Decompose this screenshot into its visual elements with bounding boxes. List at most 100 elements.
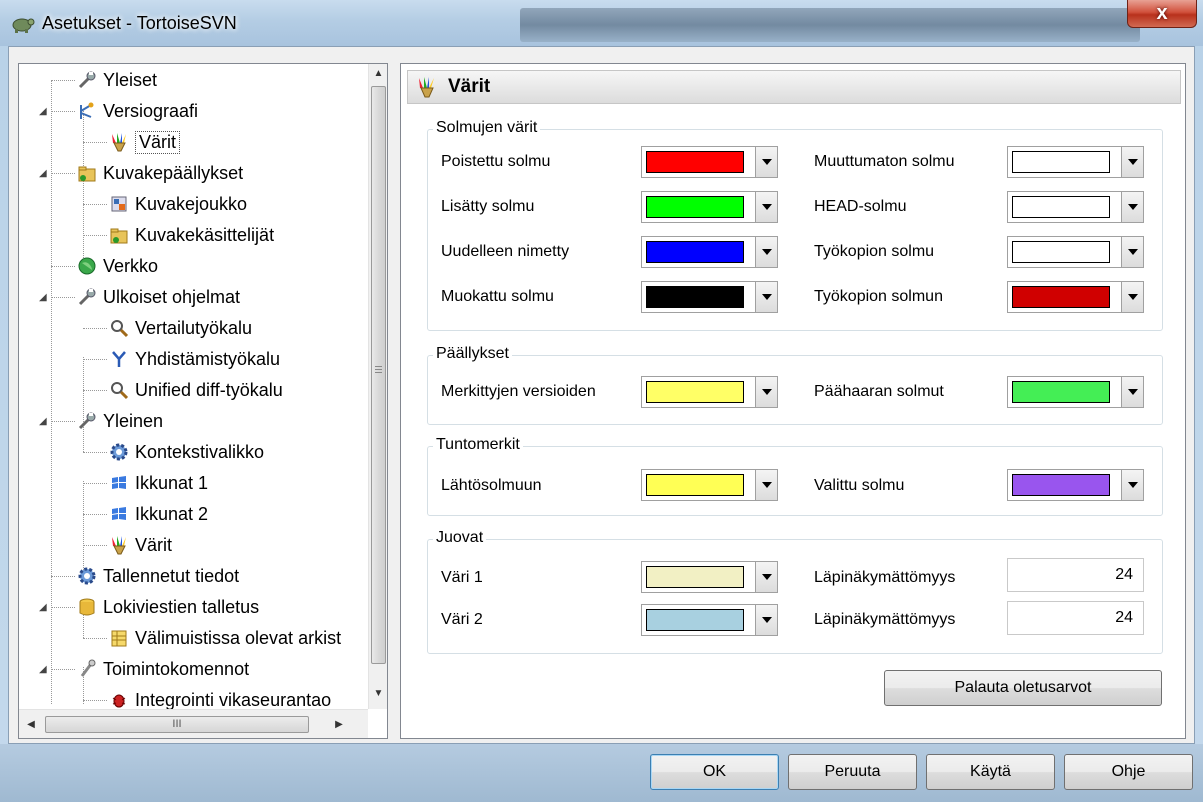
dropdown-arrow-icon[interactable]	[755, 147, 777, 177]
dropdown-arrow-icon[interactable]	[1121, 237, 1143, 267]
color-swatch	[646, 241, 744, 263]
scroll-down-arrow-icon[interactable]: ▼	[369, 684, 388, 704]
selected-node-color-picker[interactable]	[1007, 469, 1144, 501]
title-bar: Asetukset - TortoiseSVN x	[0, 0, 1203, 46]
settings-tree[interactable]: Yleiset ◢ Versiograafi Värit ◢ Kuvakepäällyks…	[18, 63, 388, 739]
close-button[interactable]: x	[1127, 0, 1197, 28]
scroll-up-arrow-icon[interactable]: ▲	[369, 64, 388, 84]
tree-item[interactable]: Ikkunat 2	[109, 500, 208, 528]
source-node-color-picker[interactable]	[641, 469, 778, 501]
restore-defaults-button[interactable]: Palauta oletusarvot	[884, 670, 1162, 706]
tree-expander-icon[interactable]: ◢	[39, 603, 49, 613]
deleted-node-color-picker[interactable]	[641, 146, 778, 178]
tree-expander-icon[interactable]: ◢	[39, 293, 49, 303]
cancel-button[interactable]: Peruuta	[788, 754, 917, 790]
added-node-color-picker[interactable]	[641, 191, 778, 223]
tree-item[interactable]: Unified diff-työkalu	[109, 376, 283, 404]
tree-item-label: Välimuistissa olevat arkist	[135, 627, 342, 648]
ok-button[interactable]: OK	[650, 754, 779, 790]
tree-expander-icon[interactable]: ◢	[39, 169, 49, 179]
dropdown-arrow-icon[interactable]	[755, 282, 777, 312]
tree-expander-icon[interactable]: ◢	[39, 417, 49, 427]
tree-item[interactable]: Värit	[109, 128, 181, 156]
dropdown-arrow-icon[interactable]	[1121, 470, 1143, 500]
tree-item[interactable]: Integrointi vikaseurantao	[109, 686, 331, 709]
trunk-nodes-color-picker[interactable]	[1007, 376, 1144, 408]
overlay-folder-icon	[78, 166, 96, 182]
stripe-opacity-1-input[interactable]: 24	[1007, 558, 1144, 592]
tree-connector-line	[51, 266, 75, 267]
color-swatch	[1012, 286, 1110, 308]
tree-item-label: Yhdistämistyökalu	[135, 348, 281, 369]
stripe-color-2-picker[interactable]	[641, 604, 778, 636]
tagged-revisions-color-picker[interactable]	[641, 376, 778, 408]
working-copy-modified-node-color-picker[interactable]	[1007, 281, 1144, 313]
head-node-color-picker[interactable]	[1007, 191, 1144, 223]
tree-vertical-scrollbar[interactable]: ▲ ▼	[368, 64, 387, 709]
dropdown-arrow-icon[interactable]	[755, 192, 777, 222]
color-swatch	[1012, 196, 1110, 218]
working-copy-node-color-picker[interactable]	[1007, 236, 1144, 268]
tree-item[interactable]: Kuvakepäällykset	[77, 159, 243, 187]
working-copy-modified-node-label: Työkopion solmun	[814, 288, 943, 305]
tree-guide-line	[83, 357, 84, 452]
dropdown-arrow-icon[interactable]	[755, 237, 777, 267]
tree-item[interactable]: Yhdistämistyökalu	[109, 345, 280, 373]
bug-icon	[112, 694, 126, 708]
tree-item[interactable]: Ikkunat 1	[109, 469, 208, 497]
tree-connector-line	[83, 328, 107, 329]
tree-item[interactable]: Verkko	[77, 252, 158, 280]
tree-item[interactable]: Yleinen	[77, 407, 163, 435]
dropdown-arrow-icon[interactable]	[755, 377, 777, 407]
dropdown-arrow-icon[interactable]	[755, 562, 777, 592]
dropdown-arrow-icon[interactable]	[1121, 192, 1143, 222]
dropdown-arrow-icon[interactable]	[755, 605, 777, 635]
tree-connector-line	[51, 421, 75, 422]
tree-expander-icon[interactable]: ◢	[39, 107, 49, 117]
tree-item[interactable]: Yleiset	[77, 66, 157, 94]
stripe-color-1-picker[interactable]	[641, 561, 778, 593]
tree-expander-icon[interactable]: ◢	[39, 665, 49, 675]
tree-horizontal-scrollbar[interactable]: ◀ III ▶	[19, 709, 368, 738]
tree-item[interactable]: Kuvakejoukko	[109, 190, 247, 218]
tree-item[interactable]: Kuvakekäsittelijät	[109, 221, 274, 249]
dropdown-arrow-icon[interactable]	[755, 470, 777, 500]
tree-item[interactable]: Toimintokomennot	[77, 655, 249, 683]
apply-button[interactable]: Käytä	[926, 754, 1055, 790]
scroll-left-arrow-icon[interactable]: ◀	[21, 710, 41, 739]
tree-item[interactable]: Lokiviestien talletus	[77, 593, 259, 621]
tree-item[interactable]: Kontekstivalikko	[109, 438, 264, 466]
renamed-node-color-picker[interactable]	[641, 236, 778, 268]
wrench-icon	[78, 71, 96, 89]
stripe-opacity-2-input[interactable]: 24	[1007, 601, 1144, 635]
tree-item[interactable]: Ulkoiset ohjelmat	[77, 283, 240, 311]
modified-node-color-picker[interactable]	[641, 281, 778, 313]
tree-item[interactable]: Välimuistissa olevat arkist	[109, 624, 341, 652]
tree-item-label: Tallennetut tiedot	[103, 565, 240, 586]
page-header: Värit	[407, 70, 1181, 104]
source-node-label: Lähtösolmuun	[441, 477, 542, 494]
dropdown-arrow-icon[interactable]	[1121, 377, 1143, 407]
color-swatch	[646, 151, 744, 173]
tree-item[interactable]: Versiograafi	[77, 97, 198, 125]
tree-item[interactable]: Tallennetut tiedot	[77, 562, 239, 590]
vertical-scroll-thumb[interactable]	[371, 86, 386, 664]
tree-item-label: Versiograafi	[103, 100, 199, 121]
unchanged-node-color-picker[interactable]	[1007, 146, 1144, 178]
color-swatch	[1012, 241, 1110, 263]
help-button[interactable]: Ohje	[1064, 754, 1193, 790]
gear-icon	[110, 443, 128, 461]
colors-icon	[112, 133, 126, 152]
settings-tree-list: Yleiset ◢ Versiograafi Värit ◢ Kuvakepäällyks…	[19, 64, 368, 710]
color-swatch	[646, 196, 744, 218]
tree-connector-line	[83, 142, 107, 143]
tree-item-label: Integrointi vikaseurantao	[135, 689, 332, 710]
dropdown-arrow-icon[interactable]	[1121, 147, 1143, 177]
horizontal-scroll-thumb[interactable]: III	[45, 716, 309, 733]
tree-item-label: Kuvakepäällykset	[103, 162, 244, 183]
tree-item[interactable]: Värit	[109, 531, 172, 559]
tree-item[interactable]: Vertailutyökalu	[109, 314, 252, 342]
dropdown-arrow-icon[interactable]	[1121, 282, 1143, 312]
color-swatch	[646, 381, 744, 403]
scroll-right-arrow-icon[interactable]: ▶	[329, 710, 349, 739]
